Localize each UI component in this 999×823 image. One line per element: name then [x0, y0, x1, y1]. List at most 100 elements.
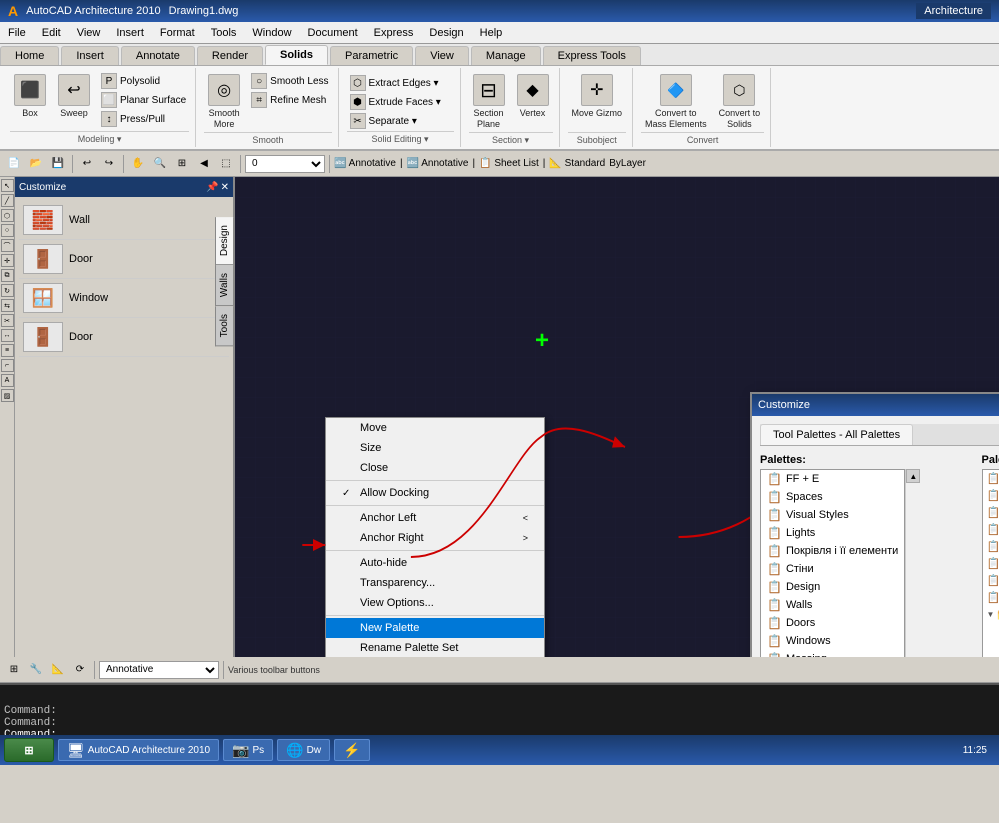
tb2-btn3[interactable]: 📐: [48, 660, 68, 680]
tab-render[interactable]: Render: [197, 46, 263, 65]
menu-format[interactable]: Format: [152, 22, 203, 43]
pg-roofing[interactable]: 📋Roofing: [983, 504, 999, 521]
palette-close[interactable]: ✕: [221, 182, 229, 193]
cm-anchor-right[interactable]: Anchor Right >: [326, 528, 544, 548]
sb-fillet[interactable]: ⌐: [1, 359, 14, 372]
layer-select[interactable]: 0: [245, 155, 325, 173]
sb-poly[interactable]: ⬡: [1, 209, 14, 222]
btn-move-gizmo[interactable]: ✛ Move Gizmo: [568, 72, 627, 121]
btn-refine-mesh[interactable]: ⌗ Refine Mesh: [248, 91, 331, 109]
dialog-tab-tool-palettes[interactable]: Tool Palettes - All Palettes: [760, 424, 913, 445]
cm-auto-hide[interactable]: Auto-hide: [326, 553, 544, 573]
palettes-listbox[interactable]: 📋FF + E 📋Spaces 📋Visual Styles 📋Lights 📋…: [760, 469, 905, 657]
pg-finishes[interactable]: 📋Finishes: [983, 521, 999, 538]
tab-home[interactable]: Home: [0, 46, 59, 65]
side-tab-tools[interactable]: Tools: [215, 306, 234, 346]
tb-zoom[interactable]: 🔍: [150, 154, 170, 174]
pg-cameras[interactable]: 📋Cameras: [983, 640, 999, 657]
btn-smooth-more[interactable]: ◎ SmoothMore: [204, 72, 244, 132]
tb2-btn4[interactable]: ⟳: [70, 660, 90, 680]
drawing-area[interactable]: + Move Size Close ✓ Allow Dock: [235, 177, 999, 657]
sb-line[interactable]: ╱: [1, 194, 14, 207]
taskbar-misc[interactable]: ⚡: [334, 739, 369, 761]
menu-document[interactable]: Document: [300, 22, 366, 43]
palette-item-wall[interactable]: 🧱 Wall: [19, 201, 229, 240]
btn-vertex[interactable]: ◆ Vertex: [513, 72, 553, 121]
menu-tools[interactable]: Tools: [203, 22, 245, 43]
palette-pin[interactable]: 📌: [206, 182, 218, 193]
annotative-select[interactable]: Annotative: [99, 661, 219, 679]
pg-exterior[interactable]: 📋Exterior: [983, 487, 999, 504]
sb-rotate[interactable]: ↻: [1, 284, 14, 297]
btn-box[interactable]: ⬛ Box: [10, 72, 50, 121]
cm-move[interactable]: Move: [326, 418, 544, 438]
sb-mirror[interactable]: ⇆: [1, 299, 14, 312]
pg-teplo[interactable]: 📋Тепло-гідро-ізоляція: [983, 589, 999, 606]
palette-visual-styles[interactable]: 📋Visual Styles: [761, 506, 904, 524]
tab-parametric[interactable]: Parametric: [330, 46, 413, 65]
taskbar-ps[interactable]: 📷 Ps: [223, 739, 273, 761]
cm-size[interactable]: Size: [326, 438, 544, 458]
tab-express-tools[interactable]: Express Tools: [543, 46, 641, 65]
tab-insert[interactable]: Insert: [61, 46, 119, 65]
btn-extrude-faces[interactable]: ⬢ Extrude Faces ▾: [347, 93, 444, 111]
btn-section-plane[interactable]: ⊟ SectionPlane: [469, 72, 509, 132]
btn-press-pull[interactable]: ↕ Press/Pull: [98, 110, 189, 128]
sb-trim[interactable]: ✂: [1, 314, 14, 327]
pg-interiors[interactable]: 📋Interiors: [983, 555, 999, 572]
palette-massing[interactable]: 📋Massing: [761, 650, 904, 657]
tab-manage[interactable]: Manage: [471, 46, 541, 65]
tb2-btn1[interactable]: ⊞: [4, 660, 24, 680]
palette-windows[interactable]: 📋Windows: [761, 632, 904, 650]
btn-extract-edges[interactable]: ⬡ Extract Edges ▾: [347, 74, 444, 92]
palette-design[interactable]: 📋Design: [761, 578, 904, 596]
palette-pokryvlia[interactable]: 📋Покрівля і її елементи: [761, 542, 904, 560]
palette-item-door[interactable]: 🚪 Door: [19, 240, 229, 279]
side-tab-walls[interactable]: Walls: [215, 265, 234, 306]
cm-close[interactable]: Close: [326, 458, 544, 478]
tb-save[interactable]: 💾: [48, 154, 68, 174]
cm-transparency[interactable]: Transparency...: [326, 573, 544, 593]
tb-new[interactable]: 📄: [4, 154, 24, 174]
tb-zoom-ext[interactable]: ⬚: [216, 154, 236, 174]
sb-extend[interactable]: ↔: [1, 329, 14, 342]
sb-text[interactable]: A: [1, 374, 14, 387]
scroll-up[interactable]: ▲: [906, 469, 920, 483]
btn-convert-mass-elements[interactable]: 🔷 Convert toMass Elements: [641, 72, 711, 132]
tab-solids[interactable]: Solids: [265, 45, 328, 65]
cm-anchor-left[interactable]: Anchor Left <: [326, 508, 544, 528]
pg-viz[interactable]: ▼📁Viz: [983, 606, 999, 623]
cm-view-options[interactable]: View Options...: [326, 593, 544, 613]
menu-file[interactable]: File: [0, 22, 34, 43]
tab-annotate[interactable]: Annotate: [121, 46, 195, 65]
menu-view[interactable]: View: [69, 22, 109, 43]
cm-new-palette[interactable]: New Palette: [326, 618, 544, 638]
menu-help[interactable]: Help: [472, 22, 511, 43]
start-button[interactable]: ⊞: [4, 738, 54, 762]
sb-hatch[interactable]: ▨: [1, 389, 14, 402]
taskbar-autocad[interactable]: 🖥 AutoCAD Architecture 2010: [58, 739, 219, 761]
btn-convert-solids[interactable]: ⬡ Convert toSolids: [715, 72, 765, 132]
palettes-scrollbar[interactable]: ▲ ▼: [905, 469, 919, 657]
side-tab-design[interactable]: Design: [215, 217, 234, 265]
palette-groups-listbox[interactable]: 📋Basic 📋Exterior 📋Roofing 📋Finishes 📋Doo…: [982, 469, 999, 657]
palette-item-window[interactable]: 🪟 Window: [19, 279, 229, 318]
menu-design[interactable]: Design: [421, 22, 471, 43]
palette-lights[interactable]: 📋Lights: [761, 524, 904, 542]
palette-ff-e[interactable]: 📋FF + E: [761, 470, 904, 488]
pg-basic[interactable]: 📋Basic: [983, 470, 999, 487]
btn-separate[interactable]: ✂ Separate ▾: [347, 112, 444, 130]
palette-stiny[interactable]: 📋Стіни: [761, 560, 904, 578]
tb-redo[interactable]: ↪: [99, 154, 119, 174]
pg-doors-windows[interactable]: 📋Doors & Windows: [983, 538, 999, 555]
sb-copy[interactable]: ⧉: [1, 269, 14, 282]
palette-walls[interactable]: 📋Walls: [761, 596, 904, 614]
sb-offset[interactable]: ≡: [1, 344, 14, 357]
taskbar-dw[interactable]: 🌐 Dw: [277, 739, 330, 761]
btn-smooth-less[interactable]: ○ Smooth Less: [248, 72, 331, 90]
palette-spaces[interactable]: 📋Spaces: [761, 488, 904, 506]
tb-zoom-window[interactable]: ⊞: [172, 154, 192, 174]
cm-allow-docking[interactable]: ✓ Allow Docking: [326, 483, 544, 503]
btn-planar-surface[interactable]: ⬜ Planar Surface: [98, 91, 189, 109]
menu-edit[interactable]: Edit: [34, 22, 69, 43]
